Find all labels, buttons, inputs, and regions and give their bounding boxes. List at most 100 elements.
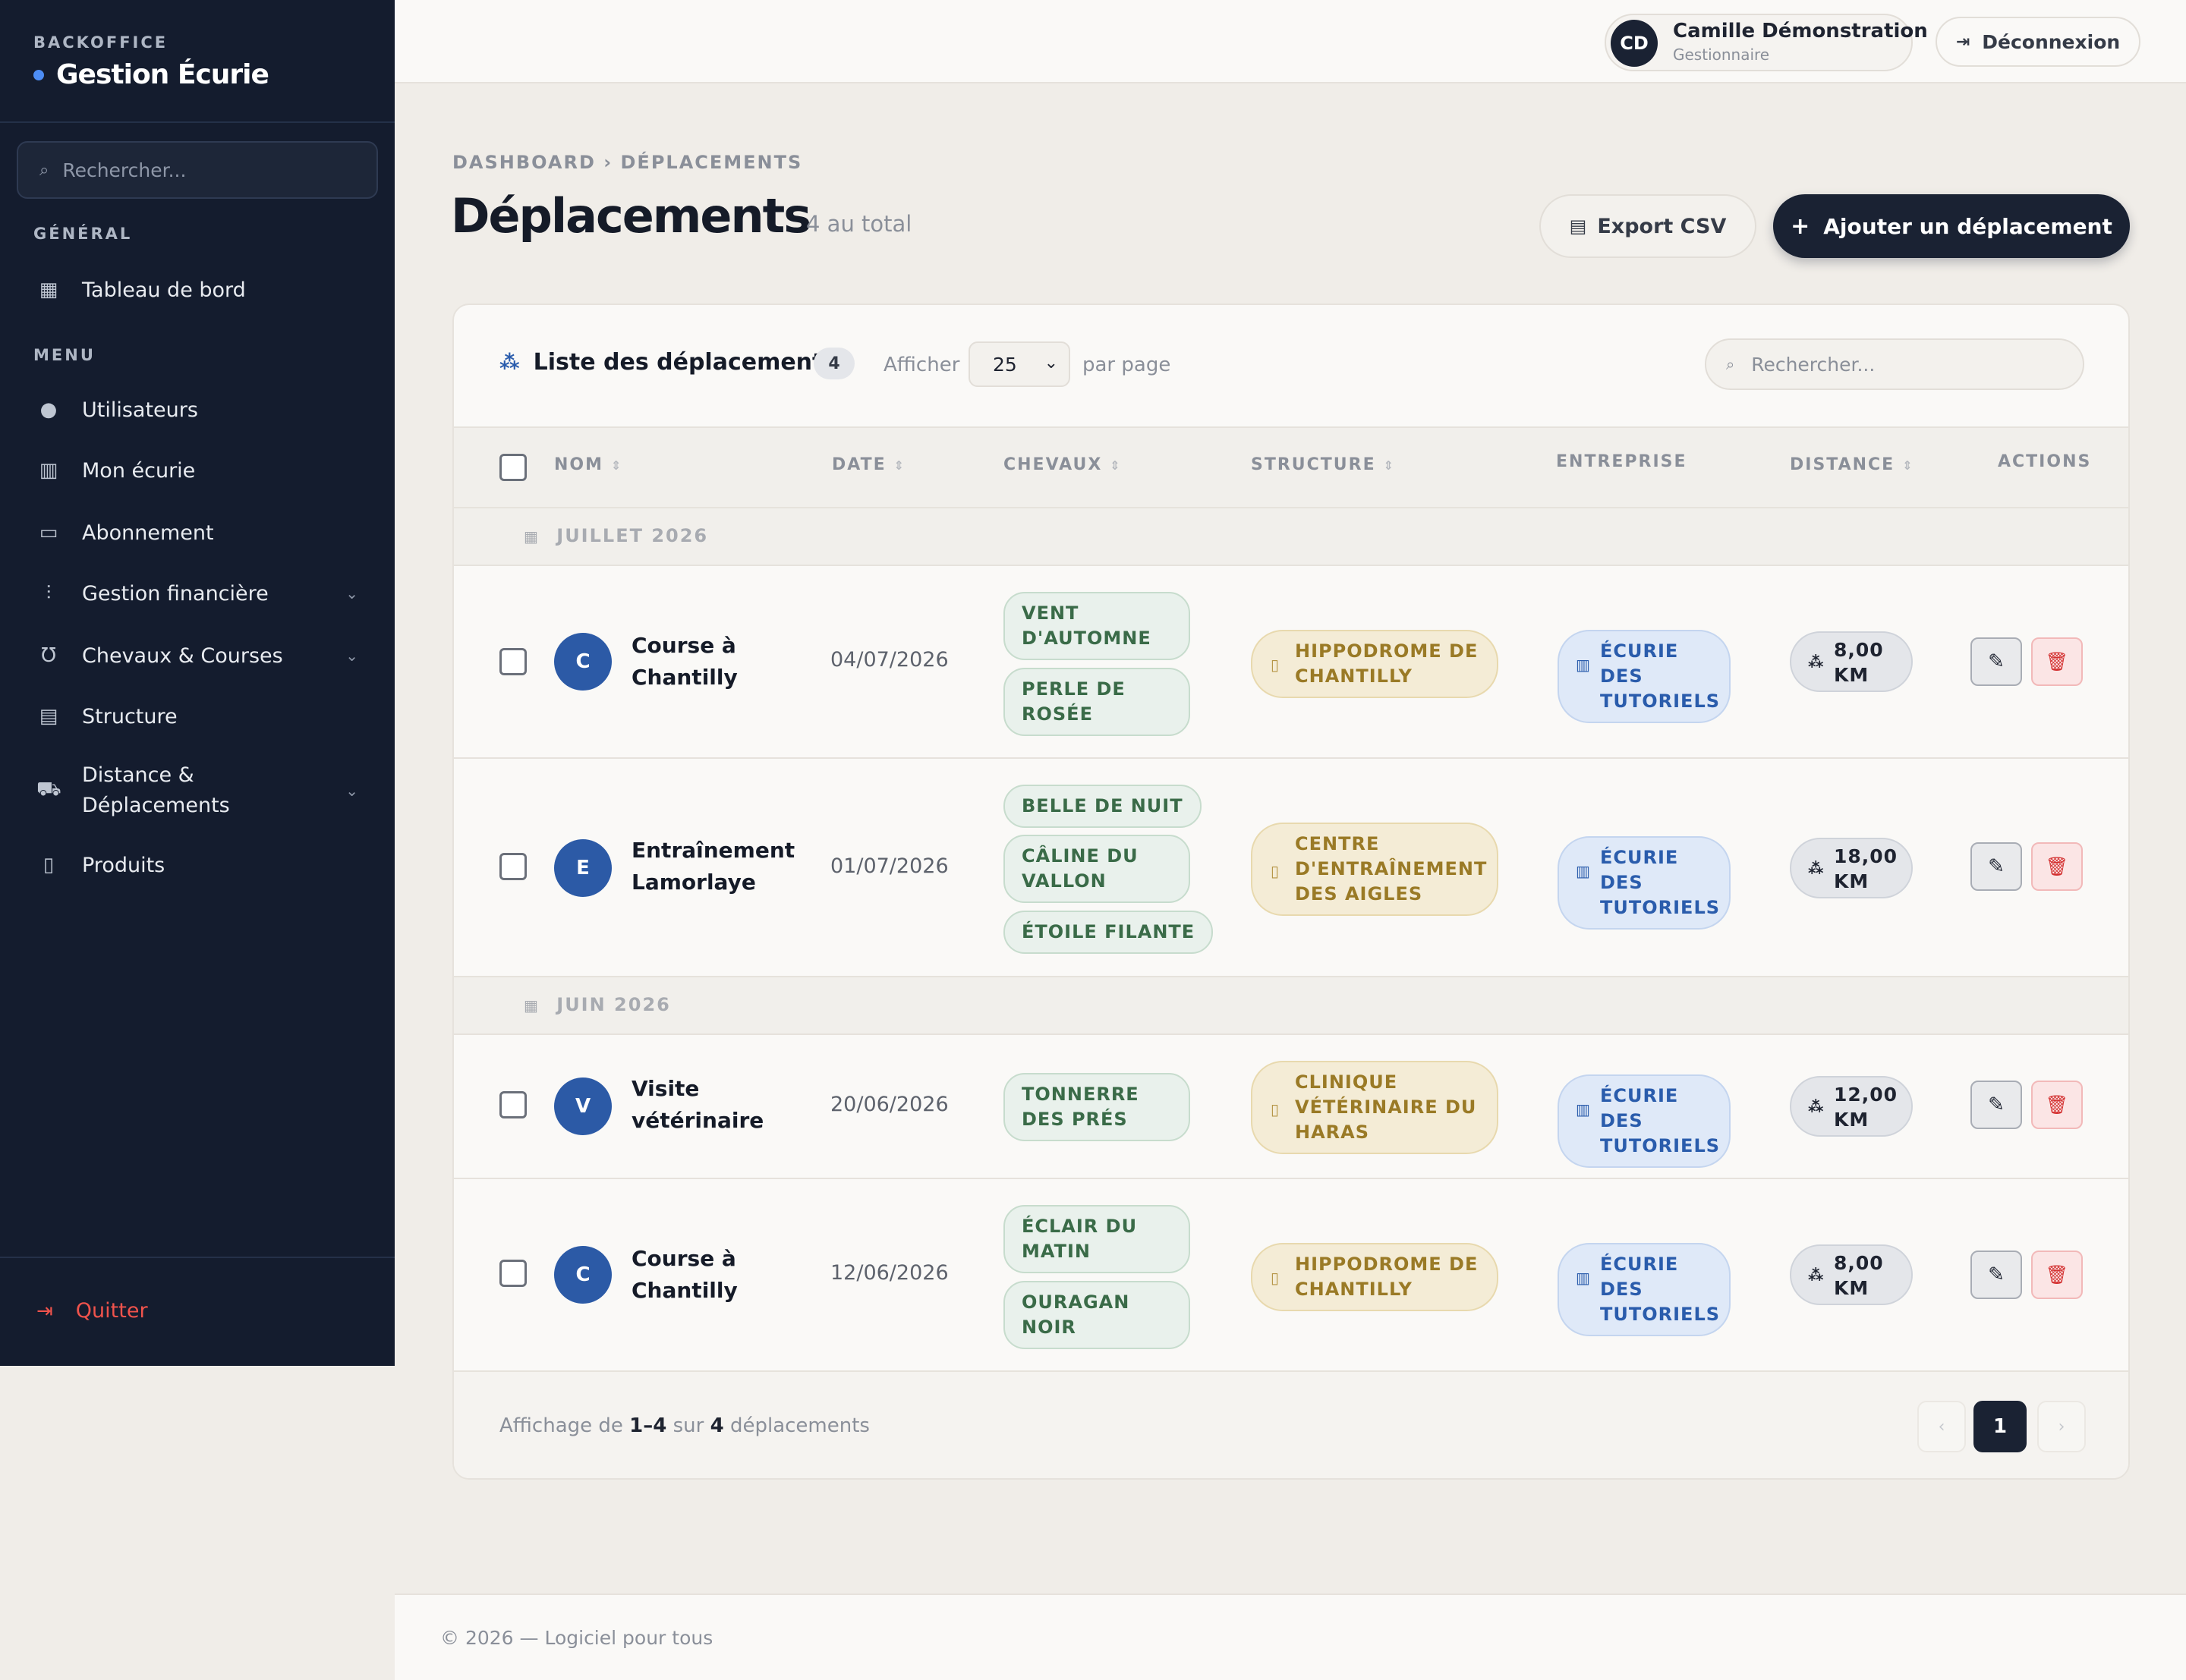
horse-tag: VENT D'AUTOMNE xyxy=(1003,592,1190,660)
pencil-icon: ✎ xyxy=(1988,1093,2005,1116)
column-label: CHEVAUX xyxy=(1003,455,1103,474)
pagination-page-button[interactable]: 1 xyxy=(1973,1401,2027,1452)
sidebar-search-placeholder: Rechercher... xyxy=(62,159,187,181)
user-menu[interactable]: CD Camille Démonstration Gestionnaire xyxy=(1605,14,1928,71)
show-label: Afficher xyxy=(884,354,960,376)
topbar: CD Camille Démonstration Gestionnaire ⇥ … xyxy=(395,0,2186,83)
route-icon: ⁂ xyxy=(1808,1266,1825,1284)
building-icon: ▯ xyxy=(1271,862,1280,880)
column-header-nom[interactable]: NOM ⇕ xyxy=(554,455,622,474)
column-label: STRUCTURE xyxy=(1251,455,1376,474)
column-header-actions: ACTIONS xyxy=(1998,452,2092,471)
trip-name: Course à Chantilly xyxy=(632,633,738,690)
edit-button[interactable]: ✎ xyxy=(1970,1081,2022,1129)
sidebar-item-products[interactable]: ▯ Produits xyxy=(0,848,395,882)
select-all-checkbox[interactable] xyxy=(499,454,527,481)
sidebar-item-structure[interactable]: ▤ Structure xyxy=(0,700,395,733)
chevron-down-icon: ⌄ xyxy=(345,647,358,665)
edit-button[interactable]: ✎ xyxy=(1970,637,2022,686)
per-page-value: 25 xyxy=(993,353,1017,376)
column-header-distance[interactable]: DISTANCE ⇕ xyxy=(1790,455,1914,474)
sidebar-bottom: ⇥ Quitter xyxy=(0,1257,395,1366)
horseshoe-icon: Ʊ xyxy=(41,644,56,667)
table-row[interactable]: C Course à Chantilly 12/06/2026 ÉCLAIR D… xyxy=(454,1179,2128,1372)
building-icon: ▥ xyxy=(1576,1100,1591,1118)
distance-tag-text: 18,00 KM xyxy=(1834,845,1898,892)
user-circle-icon: ● xyxy=(39,398,58,421)
company-tag: ▥ ÉCURIE DES TUTORIELS xyxy=(1558,1074,1731,1168)
calendar-icon: ▦ xyxy=(524,527,540,546)
delete-button[interactable]: 🗑 xyxy=(2031,637,2083,686)
structure-tag: ▯ HIPPODROME DE CHANTILLY xyxy=(1251,1243,1498,1311)
column-header-chevaux[interactable]: CHEVAUX ⇕ xyxy=(1003,455,1122,474)
horse-tag: OURAGAN NOIR xyxy=(1003,1281,1190,1349)
sidebar-item-subscription[interactable]: ▭ Abonnement xyxy=(0,516,395,549)
plus-icon: + xyxy=(1791,212,1810,240)
sidebar-item-label: Distance & Déplacements xyxy=(82,763,230,817)
calendar-icon: ▦ xyxy=(524,996,540,1015)
structure-tag-text: CLINIQUE VÉTÉRINAIRE DU HARAS xyxy=(1295,1071,1477,1143)
brand-dot-icon xyxy=(33,69,44,80)
sort-icon: ⇕ xyxy=(893,458,906,473)
distance-tag-text: 12,00 KM xyxy=(1834,1084,1898,1131)
footer-text: © 2026 — Logiciel pour tous xyxy=(440,1627,713,1649)
column-header-date[interactable]: DATE ⇕ xyxy=(832,455,906,474)
search-icon: ⌕ xyxy=(39,160,49,180)
table-search-placeholder: Rechercher... xyxy=(1751,353,1876,376)
trip-name: Course à Chantilly xyxy=(632,1246,738,1303)
dashboard-icon: ▦ xyxy=(39,278,58,301)
pagination-prev-button[interactable]: ‹ xyxy=(1917,1401,1966,1452)
company-tag-text: ÉCURIE DES TUTORIELS xyxy=(1600,640,1721,712)
pagination-next-button[interactable]: › xyxy=(2037,1401,2086,1452)
row-checkbox[interactable] xyxy=(499,853,527,880)
sidebar-item-travel[interactable]: ⛟ Distance & Déplacements ⌄ xyxy=(0,759,395,823)
sidebar-item-users[interactable]: ● Utilisateurs xyxy=(0,393,395,426)
column-header-structure[interactable]: STRUCTURE ⇕ xyxy=(1251,455,1395,474)
sidebar-search-input[interactable]: ⌕ Rechercher... xyxy=(17,141,378,199)
table-row[interactable]: C Course à Chantilly 04/07/2026 VENT D'A… xyxy=(454,566,2128,759)
logout-button[interactable]: ⇥ Déconnexion xyxy=(1936,17,2140,67)
export-csv-button[interactable]: ▤ Export CSV xyxy=(1539,194,1756,258)
sidebar-item-horses-races[interactable]: Ʊ Chevaux & Courses ⌄ xyxy=(0,639,395,672)
table-footer: Affichage de 1–4 sur 4 déplacements ‹ 1 … xyxy=(454,1372,2128,1478)
per-page-select[interactable]: 25 ⌄ xyxy=(969,341,1070,387)
row-checkbox[interactable] xyxy=(499,1260,527,1287)
company-tag: ▥ ÉCURIE DES TUTORIELS xyxy=(1558,1243,1731,1336)
trip-name: Visite vétérinaire xyxy=(632,1076,764,1133)
trip-date: 12/06/2026 xyxy=(830,1261,949,1285)
delete-button[interactable]: 🗑 xyxy=(2031,1081,2083,1129)
structure-tag: ▯ CENTRE D'ENTRAÎNEMENT DES AIGLES xyxy=(1251,823,1498,916)
table-row[interactable]: V Visite vétérinaire 20/06/2026 TONNERRE… xyxy=(454,1035,2128,1179)
summary-middle: sur xyxy=(672,1414,704,1437)
delete-button[interactable]: 🗑 xyxy=(2031,842,2083,891)
table-row[interactable]: E Entraînement Lamorlaye 01/07/2026 BELL… xyxy=(454,759,2128,977)
brand-title[interactable]: Gestion Écurie xyxy=(33,59,361,90)
sidebar-item-my-stable[interactable]: ▥ Mon écurie xyxy=(0,454,395,487)
structure-tag: ▯ HIPPODROME DE CHANTILLY xyxy=(1251,630,1498,698)
table-search-input[interactable]: ⌕ Rechercher... xyxy=(1705,338,2084,390)
sidebar-item-label: Abonnement xyxy=(82,521,214,545)
sidebar-item-finance[interactable]: ⫶ Gestion financière ⌄ xyxy=(0,577,395,610)
distance-tag: ⁂ 8,00 KM xyxy=(1790,631,1913,692)
route-icon: ⁂ xyxy=(1808,653,1825,671)
summary-total: 4 xyxy=(710,1414,724,1437)
edit-button[interactable]: ✎ xyxy=(1970,842,2022,891)
trip-name: Entraînement Lamorlaye xyxy=(632,838,795,895)
search-icon: ⌕ xyxy=(1726,355,1735,373)
distance-tag-text: 8,00 KM xyxy=(1834,1252,1884,1299)
page-count: 4 au total xyxy=(806,211,912,237)
column-label: DISTANCE xyxy=(1790,455,1895,474)
page-footer: © 2026 — Logiciel pour tous xyxy=(395,1593,2186,1680)
delete-button[interactable]: 🗑 xyxy=(2031,1251,2083,1299)
row-checkbox[interactable] xyxy=(499,648,527,675)
building-icon: ▯ xyxy=(1271,1269,1280,1287)
sidebar-item-dashboard[interactable]: ▦ Tableau de bord xyxy=(0,273,395,307)
brand-title-text: Gestion Écurie xyxy=(56,59,269,90)
company-tag-text: ÉCURIE DES TUTORIELS xyxy=(1600,1085,1721,1156)
add-trip-button[interactable]: + Ajouter un déplacement xyxy=(1773,194,2130,258)
quit-button[interactable]: ⇥ Quitter xyxy=(36,1299,148,1323)
row-checkbox[interactable] xyxy=(499,1091,527,1118)
sidebar-item-label: Tableau de bord xyxy=(82,278,246,302)
structure-tag-text: HIPPODROME DE CHANTILLY xyxy=(1295,1254,1479,1300)
edit-button[interactable]: ✎ xyxy=(1970,1251,2022,1299)
